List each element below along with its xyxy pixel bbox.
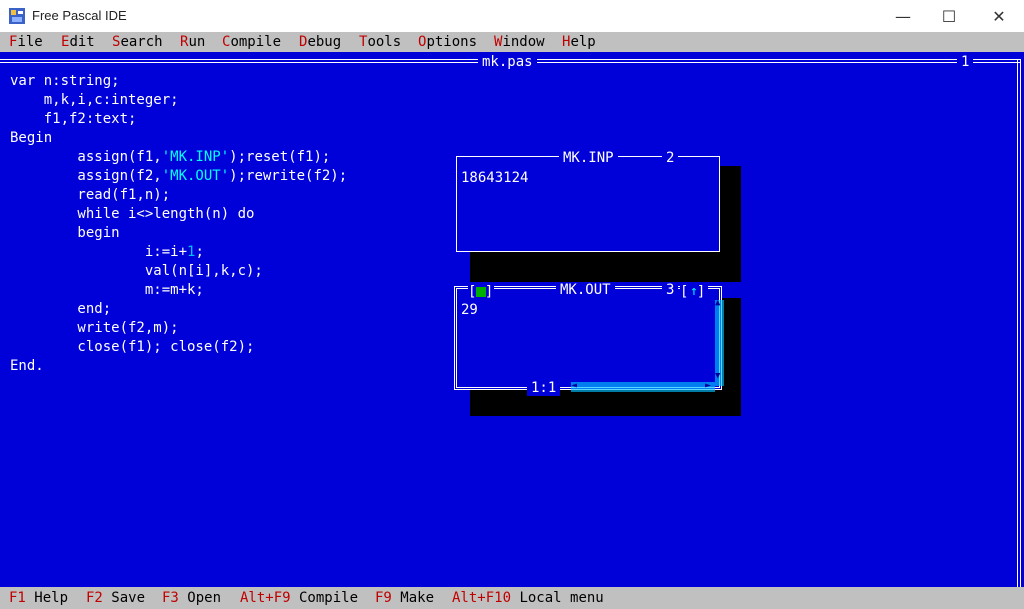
menu-tools[interactable]: Tools bbox=[359, 32, 401, 52]
status-help[interactable]: F1 Help bbox=[9, 587, 68, 609]
status-bar: F1 Help F2 Save F3 Open Alt+F9 Compile F… bbox=[0, 587, 1024, 609]
code-line[interactable]: Begin bbox=[10, 129, 52, 148]
inp-content[interactable]: 18643124 bbox=[457, 169, 533, 187]
menu-bar: File Edit Search Run Compile Debug Tools… bbox=[0, 32, 1024, 52]
code-line[interactable]: m:=m+k; bbox=[10, 281, 204, 300]
status-save[interactable]: F2 Save bbox=[86, 587, 145, 609]
horizontal-scrollbar[interactable] bbox=[571, 382, 715, 392]
menu-run[interactable]: Run bbox=[180, 32, 205, 52]
editor-window[interactable]: mk.pas 1 var n:string; m,k,i,c:integer; … bbox=[0, 52, 1024, 587]
code-line[interactable]: End. bbox=[10, 357, 44, 376]
code-line[interactable]: assign(f1,'MK.INP');reset(f1); bbox=[10, 148, 330, 167]
code-line[interactable]: val(n[i],k,c); bbox=[10, 262, 263, 281]
code-line[interactable]: read(f1,n); bbox=[10, 186, 170, 205]
code-line[interactable]: write(f2,m); bbox=[10, 319, 178, 338]
menu-options[interactable]: Options bbox=[418, 32, 477, 52]
code-line[interactable]: i:=i+1; bbox=[10, 243, 204, 262]
code-line[interactable]: end; bbox=[10, 300, 111, 319]
out-window-frame bbox=[454, 286, 722, 390]
close-box-icon[interactable] bbox=[476, 287, 486, 297]
scroll-left-icon[interactable]: ◄ bbox=[571, 380, 577, 391]
code-line[interactable]: m,k,i,c:integer; bbox=[10, 91, 179, 110]
menu-edit[interactable]: Edit bbox=[61, 32, 95, 52]
menu-compile[interactable]: Compile bbox=[222, 32, 281, 52]
menu-debug[interactable]: Debug bbox=[299, 32, 341, 52]
close-button[interactable]: ✕ bbox=[976, 0, 1022, 32]
inp-window-title: MK.INP bbox=[559, 150, 618, 166]
code-line[interactable]: assign(f2,'MK.OUT');rewrite(f2); bbox=[10, 167, 347, 186]
scroll-right-icon[interactable]: ► bbox=[705, 380, 711, 391]
minimize-button[interactable]: — bbox=[880, 0, 926, 32]
status-local-menu[interactable]: Alt+F10 Local menu bbox=[452, 587, 604, 609]
inp-window[interactable]: MK.INP 2 18643124 bbox=[456, 150, 741, 282]
code-line[interactable]: f1,f2:text; bbox=[10, 110, 137, 129]
out-window-number: 3 bbox=[662, 282, 679, 298]
menu-file[interactable]: File bbox=[9, 32, 43, 52]
zoom-box-icon[interactable]: ↑ bbox=[690, 284, 698, 300]
menu-search[interactable]: Search bbox=[112, 32, 163, 52]
code-line[interactable]: while i<>length(n) do bbox=[10, 205, 254, 224]
code-line[interactable]: begin bbox=[10, 224, 119, 243]
scroll-up-icon[interactable]: ▲ bbox=[715, 298, 720, 308]
window-title: Free Pascal IDE bbox=[32, 8, 127, 23]
editor-frame-right-outer bbox=[1020, 59, 1021, 587]
cursor-position: 1:1 bbox=[527, 380, 561, 396]
inp-title-gap bbox=[616, 157, 662, 158]
editor-window-number: 1 bbox=[957, 53, 974, 71]
status-open[interactable]: F3 Open bbox=[162, 587, 221, 609]
maximize-button[interactable]: ☐ bbox=[926, 0, 972, 32]
status-make[interactable]: F9 Make bbox=[375, 587, 434, 609]
menu-help[interactable]: Help bbox=[562, 32, 596, 52]
editor-title: mk.pas bbox=[478, 53, 537, 71]
scroll-down-icon[interactable]: ▼ bbox=[715, 371, 720, 381]
title-bar: Free Pascal IDE — ☐ ✕ bbox=[0, 0, 1024, 32]
app-icon bbox=[9, 8, 25, 24]
code-line[interactable]: close(f1); close(f2); bbox=[10, 338, 254, 357]
out-window[interactable]: [ ] MK.OUT 3 [ ] ↑ 29 ▲ ▼ 1:1 ◄ ► bbox=[454, 282, 741, 416]
menu-window[interactable]: Window bbox=[494, 32, 545, 52]
inp-window-number: 2 bbox=[662, 150, 679, 166]
out-window-title: MK.OUT bbox=[556, 282, 615, 298]
code-line[interactable]: var n:string; bbox=[10, 72, 120, 91]
out-content[interactable]: 29 bbox=[457, 301, 482, 319]
editor-frame-right bbox=[1017, 59, 1018, 587]
status-compile[interactable]: Alt+F9 Compile bbox=[240, 587, 358, 609]
